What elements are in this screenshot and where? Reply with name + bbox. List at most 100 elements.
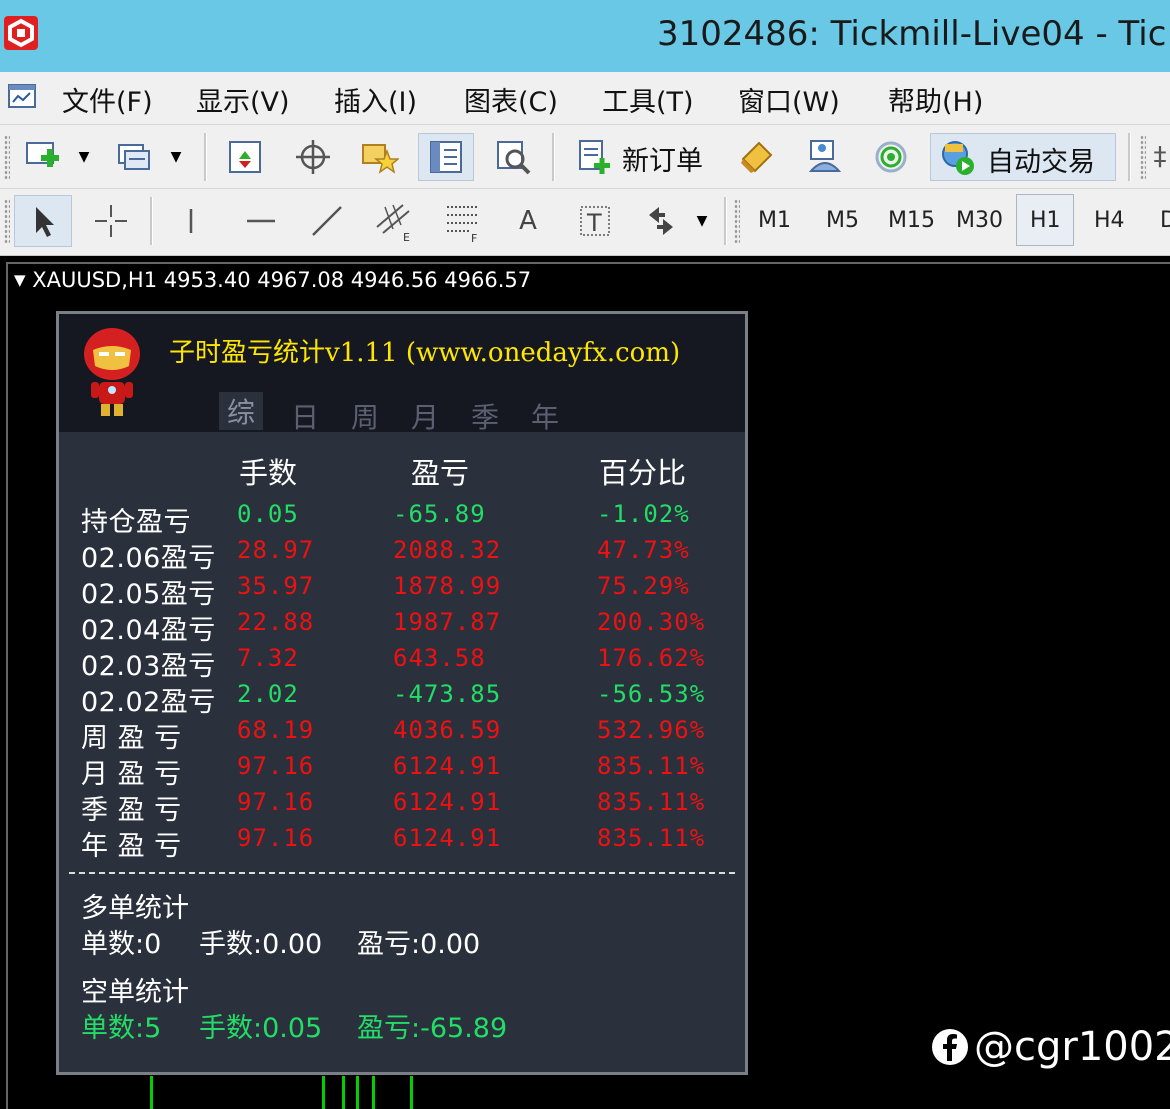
period-h1[interactable]: H1 bbox=[1030, 208, 1061, 233]
row-pl: -473.85 bbox=[393, 680, 502, 708]
new-chart-dropdown[interactable]: ▼ bbox=[72, 141, 96, 173]
watermark: @cgr1002 bbox=[930, 1024, 1170, 1070]
toolbar-grip[interactable] bbox=[1140, 135, 1146, 179]
row-pl: 2088.32 bbox=[393, 536, 502, 564]
tab-month[interactable]: 月 bbox=[411, 396, 439, 436]
long-stats-heading: 多单统计 bbox=[81, 893, 189, 924]
auto-trading-label: 自动交易 bbox=[987, 147, 1095, 178]
chart-window-icon[interactable] bbox=[6, 80, 40, 114]
menu-help[interactable]: 帮助(H) bbox=[888, 80, 983, 119]
trendline-icon bbox=[312, 206, 342, 236]
crosshair-button[interactable] bbox=[288, 135, 338, 179]
row-lots: 28.97 bbox=[237, 536, 315, 564]
iron-man-avatar-icon bbox=[81, 320, 143, 420]
row-lots: 68.19 bbox=[237, 716, 315, 744]
watermark-handle: @cgr1002 bbox=[974, 1024, 1170, 1070]
cursor-button[interactable] bbox=[14, 195, 72, 247]
metatrader-logo-icon bbox=[4, 16, 38, 50]
metaeditor-button[interactable] bbox=[732, 135, 782, 179]
auto-trading-icon bbox=[942, 141, 974, 175]
arrows-button[interactable] bbox=[636, 197, 686, 245]
row-label: 02.02盈亏 bbox=[81, 687, 216, 718]
row-percent: 47.73% bbox=[597, 536, 690, 564]
row-lots: 35.97 bbox=[237, 572, 315, 600]
row-lots: 2.02 bbox=[237, 680, 299, 708]
period-m15[interactable]: M15 bbox=[888, 208, 935, 233]
signals-icon bbox=[875, 141, 907, 173]
column-header-pl: 盈亏 bbox=[411, 456, 470, 490]
new-chart-button[interactable] bbox=[18, 135, 68, 179]
toolbar-grip[interactable] bbox=[4, 199, 10, 243]
menu-tools[interactable]: 工具(T) bbox=[602, 80, 694, 119]
row-percent: 835.11% bbox=[597, 752, 706, 780]
equidistant-channel-icon: E bbox=[376, 204, 410, 243]
profiles-dropdown[interactable]: ▼ bbox=[164, 141, 188, 173]
toolbar-grip[interactable] bbox=[734, 199, 740, 243]
row-label: 02.05盈亏 bbox=[81, 579, 216, 610]
window-title: 3102486: Tickmill-Live04 - Tic bbox=[657, 14, 1167, 54]
chevron-down-icon: ▼ bbox=[696, 213, 708, 229]
row-pl: 1987.87 bbox=[393, 608, 502, 636]
new-order-button[interactable]: 新订单 bbox=[572, 135, 712, 179]
favorites-button[interactable] bbox=[354, 135, 404, 179]
toolbar-separator bbox=[724, 197, 727, 245]
tab-year[interactable]: 年 bbox=[531, 396, 559, 436]
navigator-button[interactable] bbox=[418, 133, 474, 181]
period-h4[interactable]: H4 bbox=[1094, 208, 1125, 233]
crosshair-tool-icon bbox=[95, 205, 127, 237]
row-label: 02.06盈亏 bbox=[81, 543, 216, 574]
menu-charts[interactable]: 图表(C) bbox=[464, 80, 558, 119]
row-label: 02.03盈亏 bbox=[81, 651, 216, 682]
menu-view[interactable]: 显示(V) bbox=[196, 80, 290, 119]
short-stats-heading: 空单统计 bbox=[81, 977, 189, 1008]
tab-day[interactable]: 日 bbox=[291, 396, 319, 436]
fibonacci-icon: F bbox=[447, 206, 477, 243]
chart-symbol-header: ▼ XAUUSD,H1 4953.40 4967.08 4946.56 4966… bbox=[14, 268, 531, 292]
arrows-dropdown[interactable]: ▼ bbox=[690, 205, 714, 237]
period-m30[interactable]: M30 bbox=[956, 208, 1003, 233]
row-pl: 1878.99 bbox=[393, 572, 502, 600]
toolbar-grip[interactable] bbox=[4, 135, 10, 179]
facebook-icon bbox=[932, 1029, 968, 1065]
row-pl: 4036.59 bbox=[393, 716, 502, 744]
tab-quarter[interactable]: 季 bbox=[471, 396, 499, 436]
chevron-down-icon: ▼ bbox=[78, 149, 90, 165]
equidistant-channel-button[interactable]: E bbox=[368, 197, 422, 245]
toolbar-separator bbox=[204, 133, 207, 181]
long-orders-count: 单数:0 bbox=[81, 929, 162, 960]
column-header-lots: 手数 bbox=[239, 456, 298, 490]
profiles-button[interactable] bbox=[110, 135, 160, 179]
standard-toolbar: ▼ ▼ 新订单 自动交易 ‡ bbox=[0, 124, 1170, 189]
zoom-in-icon: ‡ bbox=[1153, 142, 1167, 172]
row-label: 年 盈 亏 bbox=[81, 831, 182, 862]
trendline-button[interactable] bbox=[302, 197, 352, 245]
market-watch-button[interactable] bbox=[220, 135, 270, 179]
crosshair-tool-button[interactable] bbox=[86, 197, 136, 245]
menu-file[interactable]: 文件(F) bbox=[62, 80, 153, 119]
row-lots: 7.32 bbox=[237, 644, 299, 672]
auto-trading-button[interactable]: 自动交易 bbox=[930, 133, 1116, 181]
row-pl: 6124.91 bbox=[393, 752, 502, 780]
strategy-tester-icon bbox=[497, 141, 531, 175]
signals-button[interactable] bbox=[866, 135, 916, 179]
community-button[interactable] bbox=[800, 135, 850, 179]
menu-insert[interactable]: 插入(I) bbox=[334, 80, 417, 119]
text-button[interactable]: A bbox=[504, 197, 552, 245]
row-label: 周 盈 亏 bbox=[81, 723, 182, 754]
tab-overview[interactable]: 综 bbox=[219, 392, 264, 430]
period-d1-partial[interactable]: D bbox=[1160, 208, 1170, 233]
horizontal-line-button[interactable] bbox=[236, 197, 286, 245]
chart-candle bbox=[150, 1076, 153, 1109]
vertical-line-button[interactable] bbox=[168, 197, 214, 245]
strategy-tester-button[interactable] bbox=[488, 135, 538, 179]
tab-week[interactable]: 周 bbox=[351, 396, 379, 436]
fibonacci-button[interactable]: F bbox=[438, 197, 488, 245]
period-m1[interactable]: M1 bbox=[758, 208, 791, 233]
zoom-in-button[interactable]: ‡ bbox=[1150, 137, 1170, 177]
text-label-button[interactable]: T bbox=[570, 197, 620, 245]
svg-text:T: T bbox=[586, 209, 602, 237]
cursor-arrow-icon bbox=[36, 207, 54, 237]
favorites-icon bbox=[362, 144, 399, 174]
period-m5[interactable]: M5 bbox=[826, 208, 859, 233]
menu-window[interactable]: 窗口(W) bbox=[738, 80, 840, 119]
